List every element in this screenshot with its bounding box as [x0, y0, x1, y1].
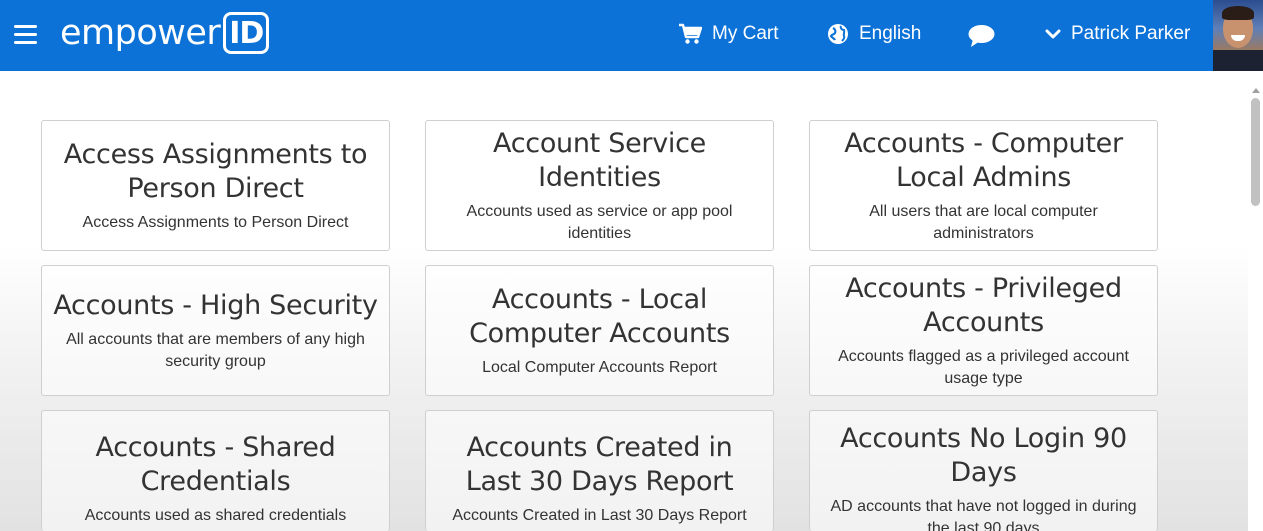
- scroll-up-arrow-icon[interactable]: [1252, 88, 1260, 93]
- tile-description: Accounts Created in Last 30 Days Report: [452, 507, 747, 524]
- report-tile[interactable]: Access Assignments to Person Direct Acce…: [41, 120, 390, 251]
- user-avatar[interactable]: [1213, 0, 1263, 71]
- language-label: English: [859, 23, 922, 44]
- tile-description: Accounts flagged as a privileged account…: [838, 347, 1129, 387]
- tile-description: AD accounts that have not logged in duri…: [830, 498, 1137, 531]
- my-cart-button[interactable]: My Cart: [678, 20, 779, 48]
- my-cart-label: My Cart: [712, 23, 779, 44]
- chevron-down-icon: [1045, 29, 1061, 39]
- tile-description: All accounts that are members of any hig…: [66, 330, 365, 370]
- tile-title: Accounts - Privileged Accounts: [845, 272, 1122, 338]
- tile-title: Accounts - Local Computer Accounts: [469, 283, 730, 349]
- report-tile[interactable]: Accounts - Local Computer Accounts Local…: [425, 265, 774, 396]
- tile-title: Accounts Created in Last 30 Days Report: [465, 432, 734, 497]
- tile-title: Accounts No Login 90 Days: [840, 423, 1127, 488]
- vertical-scrollbar[interactable]: [1248, 71, 1263, 531]
- chat-button[interactable]: [968, 22, 1005, 50]
- scrollbar-thumb[interactable]: [1251, 98, 1260, 206]
- tile-description: Access Assignments to Person Direct: [82, 213, 349, 231]
- hamburger-icon[interactable]: [14, 25, 37, 45]
- report-tile[interactable]: Account Service Identities Accounts used…: [425, 120, 774, 251]
- tile-description: Accounts used as service or app pool ide…: [466, 202, 733, 242]
- tile-description: Local Computer Accounts Report: [482, 358, 717, 376]
- tile-title: Accounts - Shared Credentials: [95, 432, 336, 497]
- tile-description: All users that are local computer admini…: [869, 202, 1098, 242]
- logo-box: ID: [223, 12, 270, 54]
- tile-title: Account Service Identities: [493, 127, 706, 193]
- user-menu[interactable]: Patrick Parker: [1045, 20, 1190, 48]
- report-tile[interactable]: Accounts Created in Last 30 Days Report …: [425, 410, 774, 531]
- tile-title: Access Assignments to Person Direct: [63, 138, 368, 204]
- tile-description: Accounts used as shared credentials: [84, 507, 347, 524]
- globe-icon: [828, 24, 848, 44]
- top-navigation-bar: empower ID My Cart English Patrick Parke…: [0, 0, 1263, 71]
- language-selector[interactable]: English: [827, 20, 921, 48]
- report-tile[interactable]: Accounts - High Security All accounts th…: [41, 265, 390, 396]
- empowerid-logo[interactable]: empower ID: [60, 10, 270, 56]
- chat-icon: [968, 25, 995, 47]
- tile-title: Accounts - Computer Local Admins: [844, 127, 1123, 193]
- report-tile[interactable]: Accounts No Login 90 Days AD accounts th…: [809, 410, 1158, 531]
- report-tile[interactable]: Accounts - Computer Local Admins All use…: [809, 120, 1158, 251]
- tile-title: Accounts - High Security: [53, 289, 378, 321]
- logo-text: empower: [60, 13, 221, 53]
- report-tile[interactable]: Accounts - Shared Credentials Accounts u…: [41, 410, 390, 531]
- report-tile[interactable]: Accounts - Privileged Accounts Accounts …: [809, 265, 1158, 396]
- user-name: Patrick Parker: [1071, 23, 1191, 44]
- report-tiles-area: Access Assignments to Person Direct Acce…: [0, 71, 1248, 531]
- cart-icon: [679, 23, 702, 44]
